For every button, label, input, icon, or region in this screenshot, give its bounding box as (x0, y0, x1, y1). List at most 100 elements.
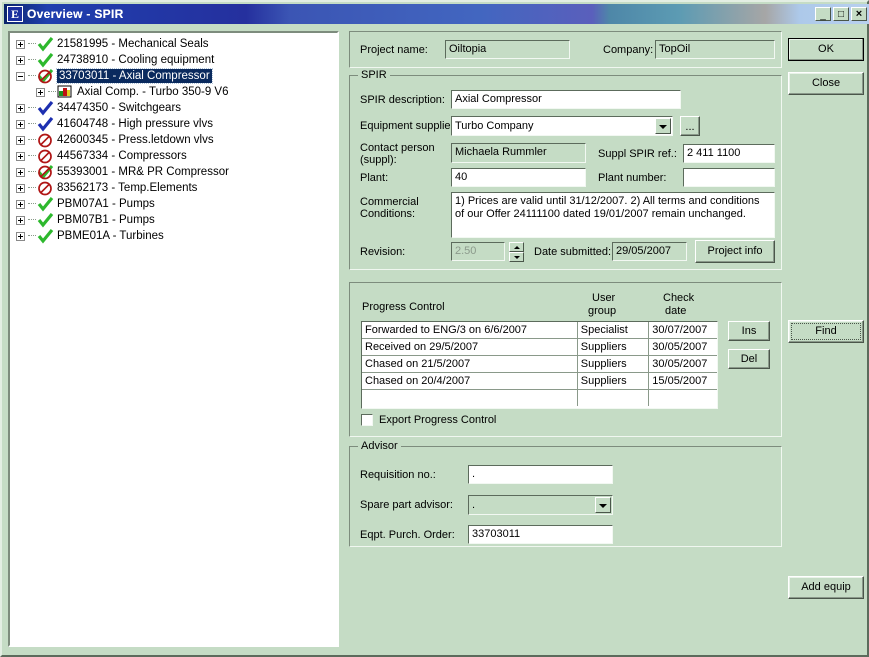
plant-input[interactable]: 40 (451, 168, 586, 187)
progress-control-grid[interactable]: Forwarded to ENG/3 on 6/6/2007 Specialist… (361, 321, 718, 409)
expand-icon[interactable] (16, 167, 25, 177)
expand-icon[interactable] (16, 231, 25, 241)
cell-user-group: Suppliers (577, 338, 650, 356)
spare-part-advisor-value: . (472, 499, 476, 511)
chevron-down-icon[interactable] (655, 118, 671, 134)
tree-item[interactable]: Axial Comp. - Turbo 350-9 V6 (10, 84, 337, 100)
tree-item-label: 21581995 - Mechanical Seals (57, 38, 209, 50)
tree-connector (28, 43, 36, 45)
close-button[interactable]: × (851, 7, 867, 21)
checkbox-icon[interactable] (361, 414, 373, 426)
tree-connector (48, 91, 56, 93)
spir-description-input[interactable]: Axial Compressor (451, 90, 681, 109)
insert-row-button[interactable]: Ins (728, 321, 770, 341)
add-equip-button[interactable]: Add equip (788, 576, 864, 599)
cell-check-date (649, 390, 717, 407)
equipment-supplier-combo[interactable]: Turbo Company (451, 116, 673, 136)
tree-item[interactable]: 41604748 - High pressure vlvs (10, 116, 337, 132)
tree-item-label: Axial Comp. - Turbo 350-9 V6 (77, 86, 229, 98)
table-row[interactable] (362, 389, 717, 407)
revision-spinner-down[interactable] (509, 252, 524, 262)
maximize-button[interactable]: □ (833, 7, 849, 21)
red-blocked-icon (37, 181, 54, 196)
expand-icon[interactable] (16, 183, 25, 193)
green-check-blocked-icon (37, 68, 54, 84)
tree-item[interactable]: PBM07B1 - Pumps (10, 212, 337, 228)
revision-spinner[interactable] (509, 242, 524, 262)
expand-icon[interactable] (16, 135, 25, 145)
ok-button-label: OK (818, 43, 834, 55)
commercial-conditions-label-line1: Commercial (360, 196, 419, 208)
window-titlebar[interactable]: E Overview - SPIR _ □ × (4, 4, 869, 24)
supplier-browse-button[interactable]: ... (680, 116, 700, 136)
tree-item[interactable]: 83562173 - Temp.Elements (10, 180, 337, 196)
find-button[interactable]: Find (788, 320, 864, 343)
tree-item[interactable]: 33703011 - Axial Compressor (10, 68, 337, 84)
table-row[interactable]: Chased on 21/5/2007 Suppliers 30/05/2007 (362, 355, 717, 373)
eqpt-purch-order-input[interactable]: 33703011 (468, 525, 613, 544)
company-field[interactable]: TopOil (655, 40, 775, 59)
progress-control-table: Forwarded to ENG/3 on 6/6/2007 Specialist… (362, 322, 717, 406)
tree-connector (28, 203, 36, 205)
chevron-down-icon[interactable] (595, 497, 611, 513)
expand-icon[interactable] (16, 199, 25, 209)
revision-spinner-up[interactable] (509, 242, 524, 252)
contact-person-label-line2: (suppl): (360, 154, 397, 166)
minimize-button[interactable]: _ (815, 7, 831, 21)
contact-person-field[interactable]: Michaela Rummler (451, 143, 586, 163)
export-progress-control-checkbox[interactable]: Export Progress Control (361, 414, 496, 426)
tree-item[interactable]: 34474350 - Switchgears (10, 100, 337, 116)
tree-item-label: 44567334 - Compressors (57, 150, 187, 162)
table-row[interactable]: Chased on 20/4/2007 Suppliers 15/05/2007 (362, 372, 717, 390)
expand-icon[interactable] (16, 39, 25, 49)
table-row[interactable]: Received on 29/5/2007 Suppliers 30/05/2007 (362, 338, 717, 356)
plant-number-label: Plant number: (598, 172, 667, 184)
expand-icon[interactable] (16, 215, 25, 225)
close-dialog-button[interactable]: Close (788, 72, 864, 95)
tree-connector (28, 75, 36, 77)
advisor-group-title: Advisor (358, 440, 401, 452)
eqpt-purch-order-label: Eqpt. Purch. Order: (360, 529, 455, 541)
tree-connector (28, 155, 36, 157)
expand-icon[interactable] (16, 103, 25, 113)
date-submitted-label: Date submitted: (534, 246, 612, 258)
tree-item[interactable]: PBM07A1 - Pumps (10, 196, 337, 212)
tree-item[interactable]: PBME01A - Turbines (10, 228, 337, 244)
table-row[interactable]: Forwarded to ENG/3 on 6/6/2007 Specialist… (362, 322, 717, 339)
requisition-no-input[interactable]: . (468, 465, 613, 484)
suppl-spir-ref-input[interactable]: 2 411 1100 (683, 144, 775, 163)
expand-icon[interactable] (16, 151, 25, 161)
green-check-icon (37, 196, 54, 212)
tree-item-label: 33703011 - Axial Compressor (56, 68, 213, 84)
tree-item[interactable]: 24738910 - Cooling equipment (10, 52, 337, 68)
tree-item[interactable]: 21581995 - Mechanical Seals (10, 36, 337, 52)
tree-item[interactable]: 42600345 - Press.letdown vlvs (10, 132, 337, 148)
project-info-button[interactable]: Project info (695, 240, 775, 263)
export-progress-control-label: Export Progress Control (379, 414, 497, 426)
equipment-tree[interactable]: 21581995 - Mechanical Seals 24738910 - Co… (8, 31, 339, 647)
plant-number-input[interactable] (683, 168, 775, 187)
date-submitted-field[interactable]: 29/05/2007 (612, 242, 687, 261)
expand-icon[interactable] (16, 55, 25, 65)
equipment-supplier-label: Equipment supplier: (360, 120, 458, 132)
tree-item[interactable]: 44567334 - Compressors (10, 148, 337, 164)
close-icon: × (855, 8, 863, 20)
cell-user-group (577, 389, 650, 406)
expand-icon[interactable] (36, 87, 45, 97)
commercial-conditions-textarea[interactable]: 1) Prices are valid until 31/12/2007. 2)… (451, 192, 775, 238)
delete-row-button[interactable]: Del (728, 349, 770, 369)
revision-label: Revision: (360, 246, 406, 258)
collapse-icon[interactable] (16, 71, 25, 81)
spare-part-advisor-combo[interactable]: . (468, 495, 613, 515)
project-name-field[interactable]: Oiltopia (445, 40, 570, 59)
expand-icon[interactable] (16, 119, 25, 129)
ok-button[interactable]: OK (788, 38, 864, 61)
tree-item[interactable]: 55393001 - MR& PR Compressor (10, 164, 337, 180)
suppl-spir-ref-label: Suppl SPIR ref.: (598, 148, 677, 160)
tree-item-label: 41604748 - High pressure vlvs (57, 118, 213, 130)
revision-input[interactable]: 2.50 (451, 242, 505, 261)
tree-item-label: 24738910 - Cooling equipment (57, 54, 215, 66)
commercial-conditions-label-line2: Conditions: (360, 208, 416, 220)
minimize-icon: _ (820, 10, 826, 21)
user-group-header-line1: User (592, 292, 616, 304)
